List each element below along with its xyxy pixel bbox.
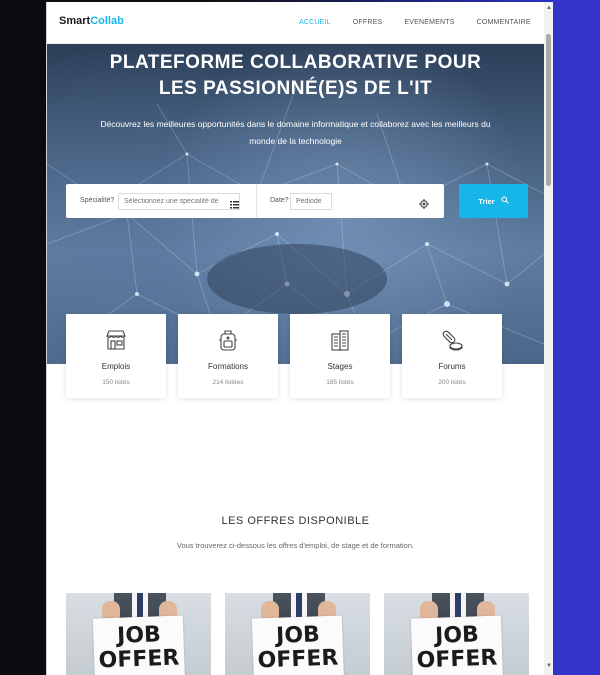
pills-icon bbox=[440, 328, 464, 352]
category-count: 150 listés bbox=[102, 379, 130, 386]
category-card-formations[interactable]: Formations 214 listées bbox=[178, 314, 278, 398]
backpack-icon bbox=[216, 328, 240, 352]
search-divider bbox=[256, 184, 257, 218]
store-icon bbox=[104, 328, 128, 352]
category-name: Emplois bbox=[101, 362, 131, 371]
date-field[interactable] bbox=[290, 193, 332, 210]
location-target-icon[interactable] bbox=[419, 196, 429, 214]
job-offer-card[interactable]: JOB OFFER bbox=[384, 593, 529, 675]
hero-title-line1: PLATEFORME COLLABORATIVE POUR bbox=[109, 52, 482, 73]
job-offer-line2: OFFER bbox=[98, 645, 180, 674]
nav-item-offres[interactable]: OFFRES bbox=[353, 19, 383, 26]
hero-subtitle-line2: monde de la technologie bbox=[249, 136, 342, 146]
offers-title: LES OFFRES DISPONIBLE bbox=[221, 515, 370, 527]
hero-subtitle-line1: Découvrez les meilleures opportunités da… bbox=[100, 119, 491, 129]
category-count: 185 listés bbox=[326, 379, 354, 386]
nav-item-evenements[interactable]: EVENEMENTS bbox=[404, 19, 454, 26]
scrollbar-thumb[interactable] bbox=[546, 34, 551, 186]
list-icon[interactable] bbox=[230, 196, 239, 214]
search-bar: Spécialité? Date? bbox=[66, 184, 444, 218]
speciality-label: Spécialité? bbox=[80, 197, 115, 204]
speciality-select[interactable] bbox=[118, 193, 240, 210]
hero-subtitle: Découvrez les meilleures opportunités da… bbox=[61, 116, 530, 150]
vertical-scrollbar[interactable]: ▲ ▼ bbox=[544, 2, 553, 675]
offers-subtitle: Vous trouverez ci-dessous les offres d'e… bbox=[176, 541, 415, 550]
category-name: Formations bbox=[207, 362, 248, 371]
search-icon bbox=[501, 196, 509, 206]
hero-title: PLATEFORME COLLABORATIVE POUR LES PASSIO… bbox=[47, 50, 544, 102]
date-label: Date? bbox=[270, 197, 289, 204]
right-background bbox=[553, 0, 600, 675]
browser-window: SmartCollab ACCUEIL OFFRES EVENEMENTS CO… bbox=[46, 2, 553, 675]
left-background bbox=[0, 0, 46, 675]
scroll-up-arrow-icon[interactable]: ▲ bbox=[546, 5, 552, 11]
category-count: 214 listées bbox=[212, 379, 244, 386]
category-name: Forums bbox=[438, 362, 466, 371]
brand-part1: Smart bbox=[59, 15, 91, 27]
nav-item-commentaire[interactable]: COMMENTAIRE bbox=[477, 19, 531, 26]
job-offer-card[interactable]: JOB OFFER bbox=[225, 593, 370, 675]
brand-part2: Collab bbox=[90, 15, 124, 27]
job-offer-card[interactable]: JOB OFFER bbox=[66, 593, 211, 675]
brand-logo[interactable]: SmartCollab bbox=[59, 15, 124, 27]
category-count: 200 listés bbox=[438, 379, 466, 386]
hero-title-line2: LES PASSIONNÉ(E)S DE L'IT bbox=[158, 78, 433, 99]
job-offer-line2: OFFER bbox=[416, 645, 498, 674]
nav-item-accueil[interactable]: ACCUEIL bbox=[299, 19, 331, 26]
trier-button-label: Trier bbox=[478, 196, 495, 206]
category-name: Stages bbox=[327, 362, 353, 371]
scroll-down-arrow-icon[interactable]: ▼ bbox=[546, 663, 552, 669]
building-icon bbox=[328, 328, 352, 352]
category-card-forums[interactable]: Forums 200 listés bbox=[402, 314, 502, 398]
category-cards: Emplois 150 listés Formations 214 listée… bbox=[66, 314, 526, 398]
category-card-stages[interactable]: Stages 185 listés bbox=[290, 314, 390, 398]
job-offer-line2: OFFER bbox=[257, 645, 339, 674]
category-card-emplois[interactable]: Emplois 150 listés bbox=[66, 314, 166, 398]
top-navbar: SmartCollab ACCUEIL OFFRES EVENEMENTS CO… bbox=[47, 2, 544, 44]
trier-button[interactable]: Trier bbox=[459, 184, 528, 218]
nav-links: ACCUEIL OFFRES EVENEMENTS COMMENTAIRE bbox=[299, 19, 553, 26]
